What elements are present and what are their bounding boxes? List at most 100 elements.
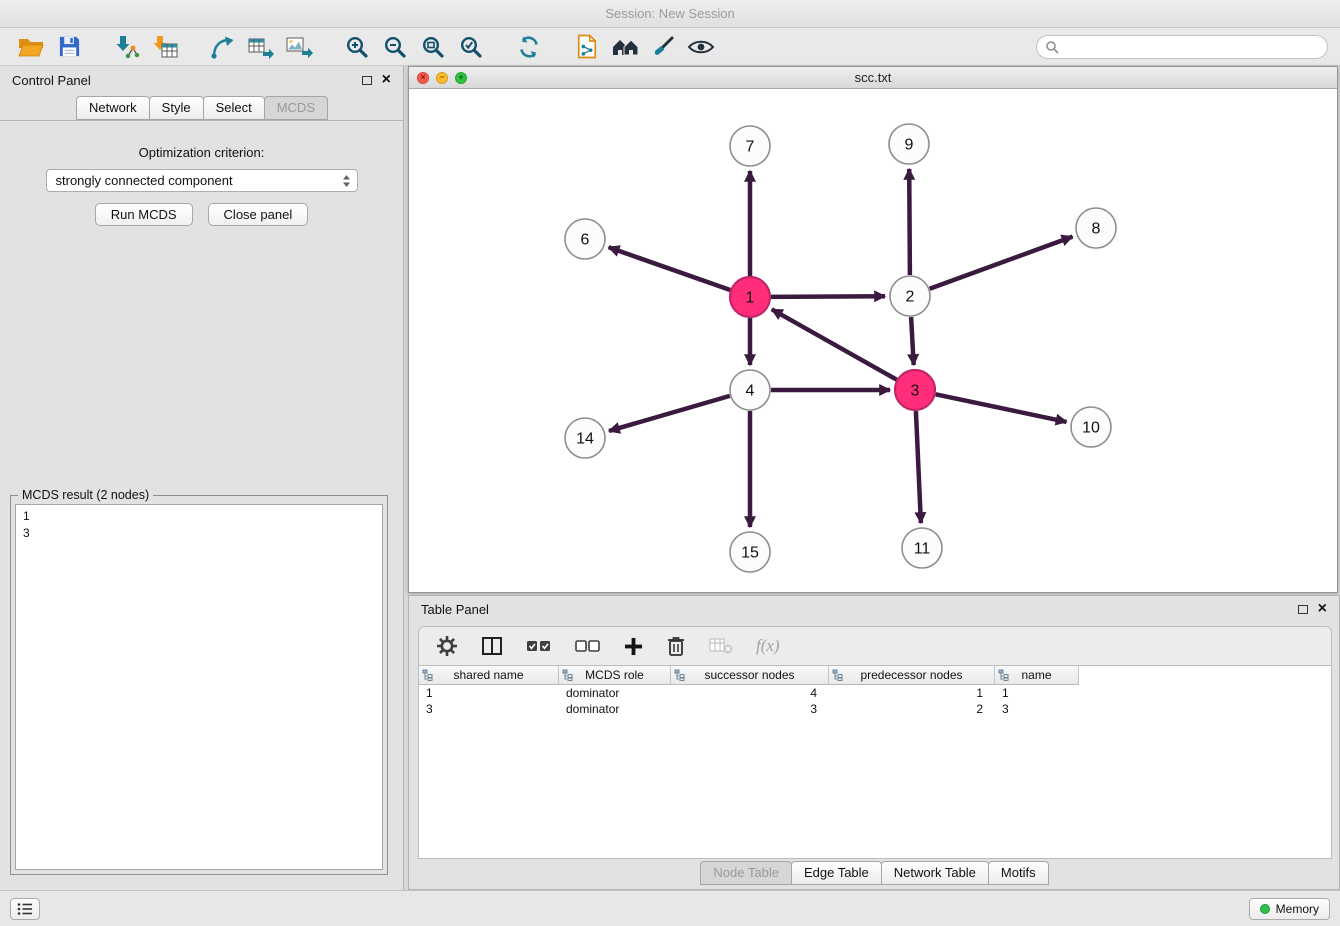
run-mcds-button[interactable]: Run MCDS	[95, 203, 193, 226]
import-network-button[interactable]	[108, 31, 146, 63]
cell-shared-name-row1[interactable]: 1	[419, 686, 559, 700]
cell-name-row1[interactable]: 1	[995, 686, 1079, 700]
float-panel-icon[interactable]	[362, 76, 372, 85]
tab-network[interactable]: Network	[76, 96, 150, 120]
node-label-1: 1	[746, 290, 755, 307]
window-minimize-icon[interactable]: −	[436, 72, 448, 84]
tab-select[interactable]: Select	[203, 96, 265, 120]
node-label-11: 11	[914, 541, 931, 558]
edge-2-9[interactable]	[909, 169, 910, 275]
cell-mcds-role-row1[interactable]: dominator	[559, 686, 671, 700]
application-window: Session: New Session	[0, 0, 1340, 926]
column-header-shared-name[interactable]: shared name	[419, 666, 559, 685]
export-image-icon	[286, 35, 313, 59]
import-table-button[interactable]	[146, 31, 184, 63]
column-header-mcds-role[interactable]: MCDS role	[559, 666, 671, 685]
tab-mcds[interactable]: MCDS	[264, 96, 328, 120]
control-panel-header: Control Panel ×	[0, 66, 403, 94]
tab-edge-table[interactable]: Edge Table	[791, 861, 882, 885]
table-row-2[interactable]: 3dominator323	[419, 701, 1331, 717]
memory-button[interactable]: Memory	[1249, 898, 1330, 920]
delete-column-button[interactable]	[666, 635, 686, 657]
export-image-button[interactable]	[280, 31, 318, 63]
select-all-button[interactable]	[526, 637, 552, 655]
edge-3-10[interactable]	[936, 394, 1067, 422]
close-table-panel-icon[interactable]: ×	[1318, 601, 1327, 617]
export-network-button[interactable]	[204, 31, 242, 63]
edge-3-1[interactable]	[772, 309, 897, 379]
control-panel: Control Panel × NetworkStyleSelectMCDS O…	[0, 66, 404, 890]
tab-network-table[interactable]: Network Table	[881, 861, 989, 885]
graphics-details-button[interactable]	[682, 31, 720, 63]
apply-style-button[interactable]	[644, 31, 682, 63]
zoom-in-button[interactable]	[338, 31, 376, 63]
edge-2-8[interactable]	[930, 237, 1073, 289]
zoom-fit-button[interactable]	[414, 31, 452, 63]
zoom-selected-icon	[459, 35, 483, 59]
table-panel-header: Table Panel ×	[409, 596, 1339, 622]
home-button[interactable]	[606, 31, 644, 63]
plus-icon	[624, 637, 643, 656]
cell-shared-name-row2[interactable]: 3	[419, 702, 559, 716]
open-file-button[interactable]	[12, 31, 50, 63]
optimization-select[interactable]: strongly connected component	[46, 169, 358, 192]
checkboxes-checked-icon	[526, 637, 552, 655]
folder-open-icon	[18, 36, 44, 58]
table-row-1[interactable]: 1dominator411	[419, 685, 1331, 701]
add-column-button[interactable]	[624, 637, 643, 656]
search-box[interactable]	[1036, 35, 1328, 59]
edge-2-3[interactable]	[911, 317, 914, 365]
tab-style[interactable]: Style	[149, 96, 204, 120]
cell-predecessor-nodes-row1[interactable]: 1	[829, 686, 995, 700]
document-network-icon	[576, 34, 598, 59]
columns-icon	[481, 636, 503, 656]
window-close-icon[interactable]: ×	[417, 72, 429, 84]
save-session-button[interactable]	[50, 31, 88, 63]
import-network-icon	[114, 35, 140, 59]
node-table: shared nameMCDS rolesuccessor nodesprede…	[419, 665, 1331, 858]
edge-1-2[interactable]	[771, 296, 885, 297]
cell-successor-nodes-row2[interactable]: 3	[671, 702, 829, 716]
cell-successor-nodes-row1[interactable]: 4	[671, 686, 829, 700]
network-window-title: scc.txt	[409, 70, 1337, 85]
column-header-predecessor-nodes[interactable]: predecessor nodes	[829, 666, 995, 685]
zoom-selected-button[interactable]	[452, 31, 490, 63]
refresh-view-button[interactable]	[510, 31, 548, 63]
window-titlebar: Session: New Session	[0, 0, 1340, 28]
tab-node-table[interactable]: Node Table	[700, 861, 792, 885]
close-panel-button[interactable]: Close panel	[208, 203, 309, 226]
node-label-14: 14	[576, 431, 594, 448]
task-history-button[interactable]	[10, 898, 40, 920]
window-zoom-icon[interactable]: +	[455, 72, 467, 84]
edge-3-11[interactable]	[916, 411, 921, 523]
export-table-button[interactable]	[242, 31, 280, 63]
column-header-successor-nodes[interactable]: successor nodes	[671, 666, 829, 685]
table-panel: Table Panel ×	[408, 595, 1340, 890]
table-delete-icon	[709, 637, 733, 655]
close-panel-icon[interactable]: ×	[382, 72, 391, 88]
memory-status-icon	[1260, 904, 1270, 914]
table-settings-button[interactable]	[436, 635, 458, 657]
checkboxes-empty-icon	[575, 637, 601, 655]
window-title: Session: New Session	[605, 6, 734, 21]
zoom-out-button[interactable]	[376, 31, 414, 63]
cell-mcds-role-row2[interactable]: dominator	[559, 702, 671, 716]
deselect-all-button[interactable]	[575, 637, 601, 655]
float-table-panel-icon[interactable]	[1298, 605, 1308, 614]
mcds-result-title: MCDS result (2 nodes)	[18, 488, 153, 502]
edge-4-14[interactable]	[609, 396, 730, 431]
show-columns-button[interactable]	[481, 636, 503, 656]
refresh-icon	[516, 35, 542, 59]
save-icon	[58, 35, 81, 58]
cell-predecessor-nodes-row2[interactable]: 2	[829, 702, 995, 716]
node-label-4: 4	[746, 383, 755, 400]
status-bar: Memory	[0, 890, 1340, 926]
tab-motifs[interactable]: Motifs	[988, 861, 1049, 885]
network-canvas[interactable]: 7968124314101511	[409, 89, 1337, 592]
network-document-button[interactable]	[568, 31, 606, 63]
cell-name-row2[interactable]: 3	[995, 702, 1079, 716]
search-input[interactable]	[1064, 39, 1319, 54]
zoom-out-icon	[383, 35, 407, 59]
edge-1-6[interactable]	[609, 247, 731, 290]
column-header-name[interactable]: name	[995, 666, 1079, 685]
